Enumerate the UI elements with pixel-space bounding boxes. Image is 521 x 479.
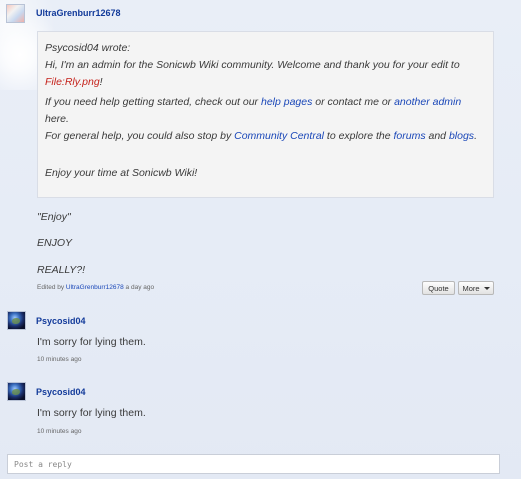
quote-line: Enjoy your time at Sonicwb Wiki! [45,167,198,179]
reply-text: I'm sorry for lying them. [37,336,146,348]
reply-input[interactable]: Post a reply [7,454,500,474]
editor-link[interactable]: UltraGrenburr12678 [66,284,124,291]
reply-author-link[interactable]: Psycosid04 [36,316,86,326]
reply-placeholder: Post a reply [14,459,72,469]
reply-timestamp: 10 minutes ago [37,356,82,363]
help-pages-link[interactable]: help pages [261,96,312,108]
reply-text: I'm sorry for lying them. [37,407,146,419]
reply-timestamp: 10 minutes ago [37,428,82,435]
more-button[interactable]: More [458,281,494,295]
quote-line: Hi, I'm an admin for the Sonicwb Wiki co… [45,59,460,71]
post-line: ENJOY [37,237,73,249]
quote-line: File:Rly.png! [45,76,103,88]
post-line: REALLY?! [37,264,86,276]
blogs-link[interactable]: blogs [449,130,474,142]
file-link[interactable]: File:Rly.png [45,76,100,88]
community-central-link[interactable]: Community Central [234,130,324,142]
forums-link[interactable]: forums [393,130,425,142]
quote-line: For general help, you could also stop by… [45,130,477,142]
avatar[interactable] [7,382,26,401]
avatar[interactable] [6,4,25,23]
post-author-link[interactable]: UltraGrenburr12678 [36,8,121,18]
chevron-down-icon [483,286,490,290]
edit-meta: Edited by UltraGrenburr12678 a day ago [37,284,155,291]
quote-block: Psycosid04 wrote: Hi, I'm an admin for t… [37,31,494,198]
quote-button[interactable]: Quote [422,281,455,295]
another-admin-link[interactable]: another admin [394,96,461,108]
reply-author-link[interactable]: Psycosid04 [36,387,86,397]
post-line: "Enjoy" [37,211,71,223]
quote-header: Psycosid04 wrote: [45,42,131,54]
avatar[interactable] [7,311,26,330]
quote-line: If you need help getting started, check … [45,96,462,125]
